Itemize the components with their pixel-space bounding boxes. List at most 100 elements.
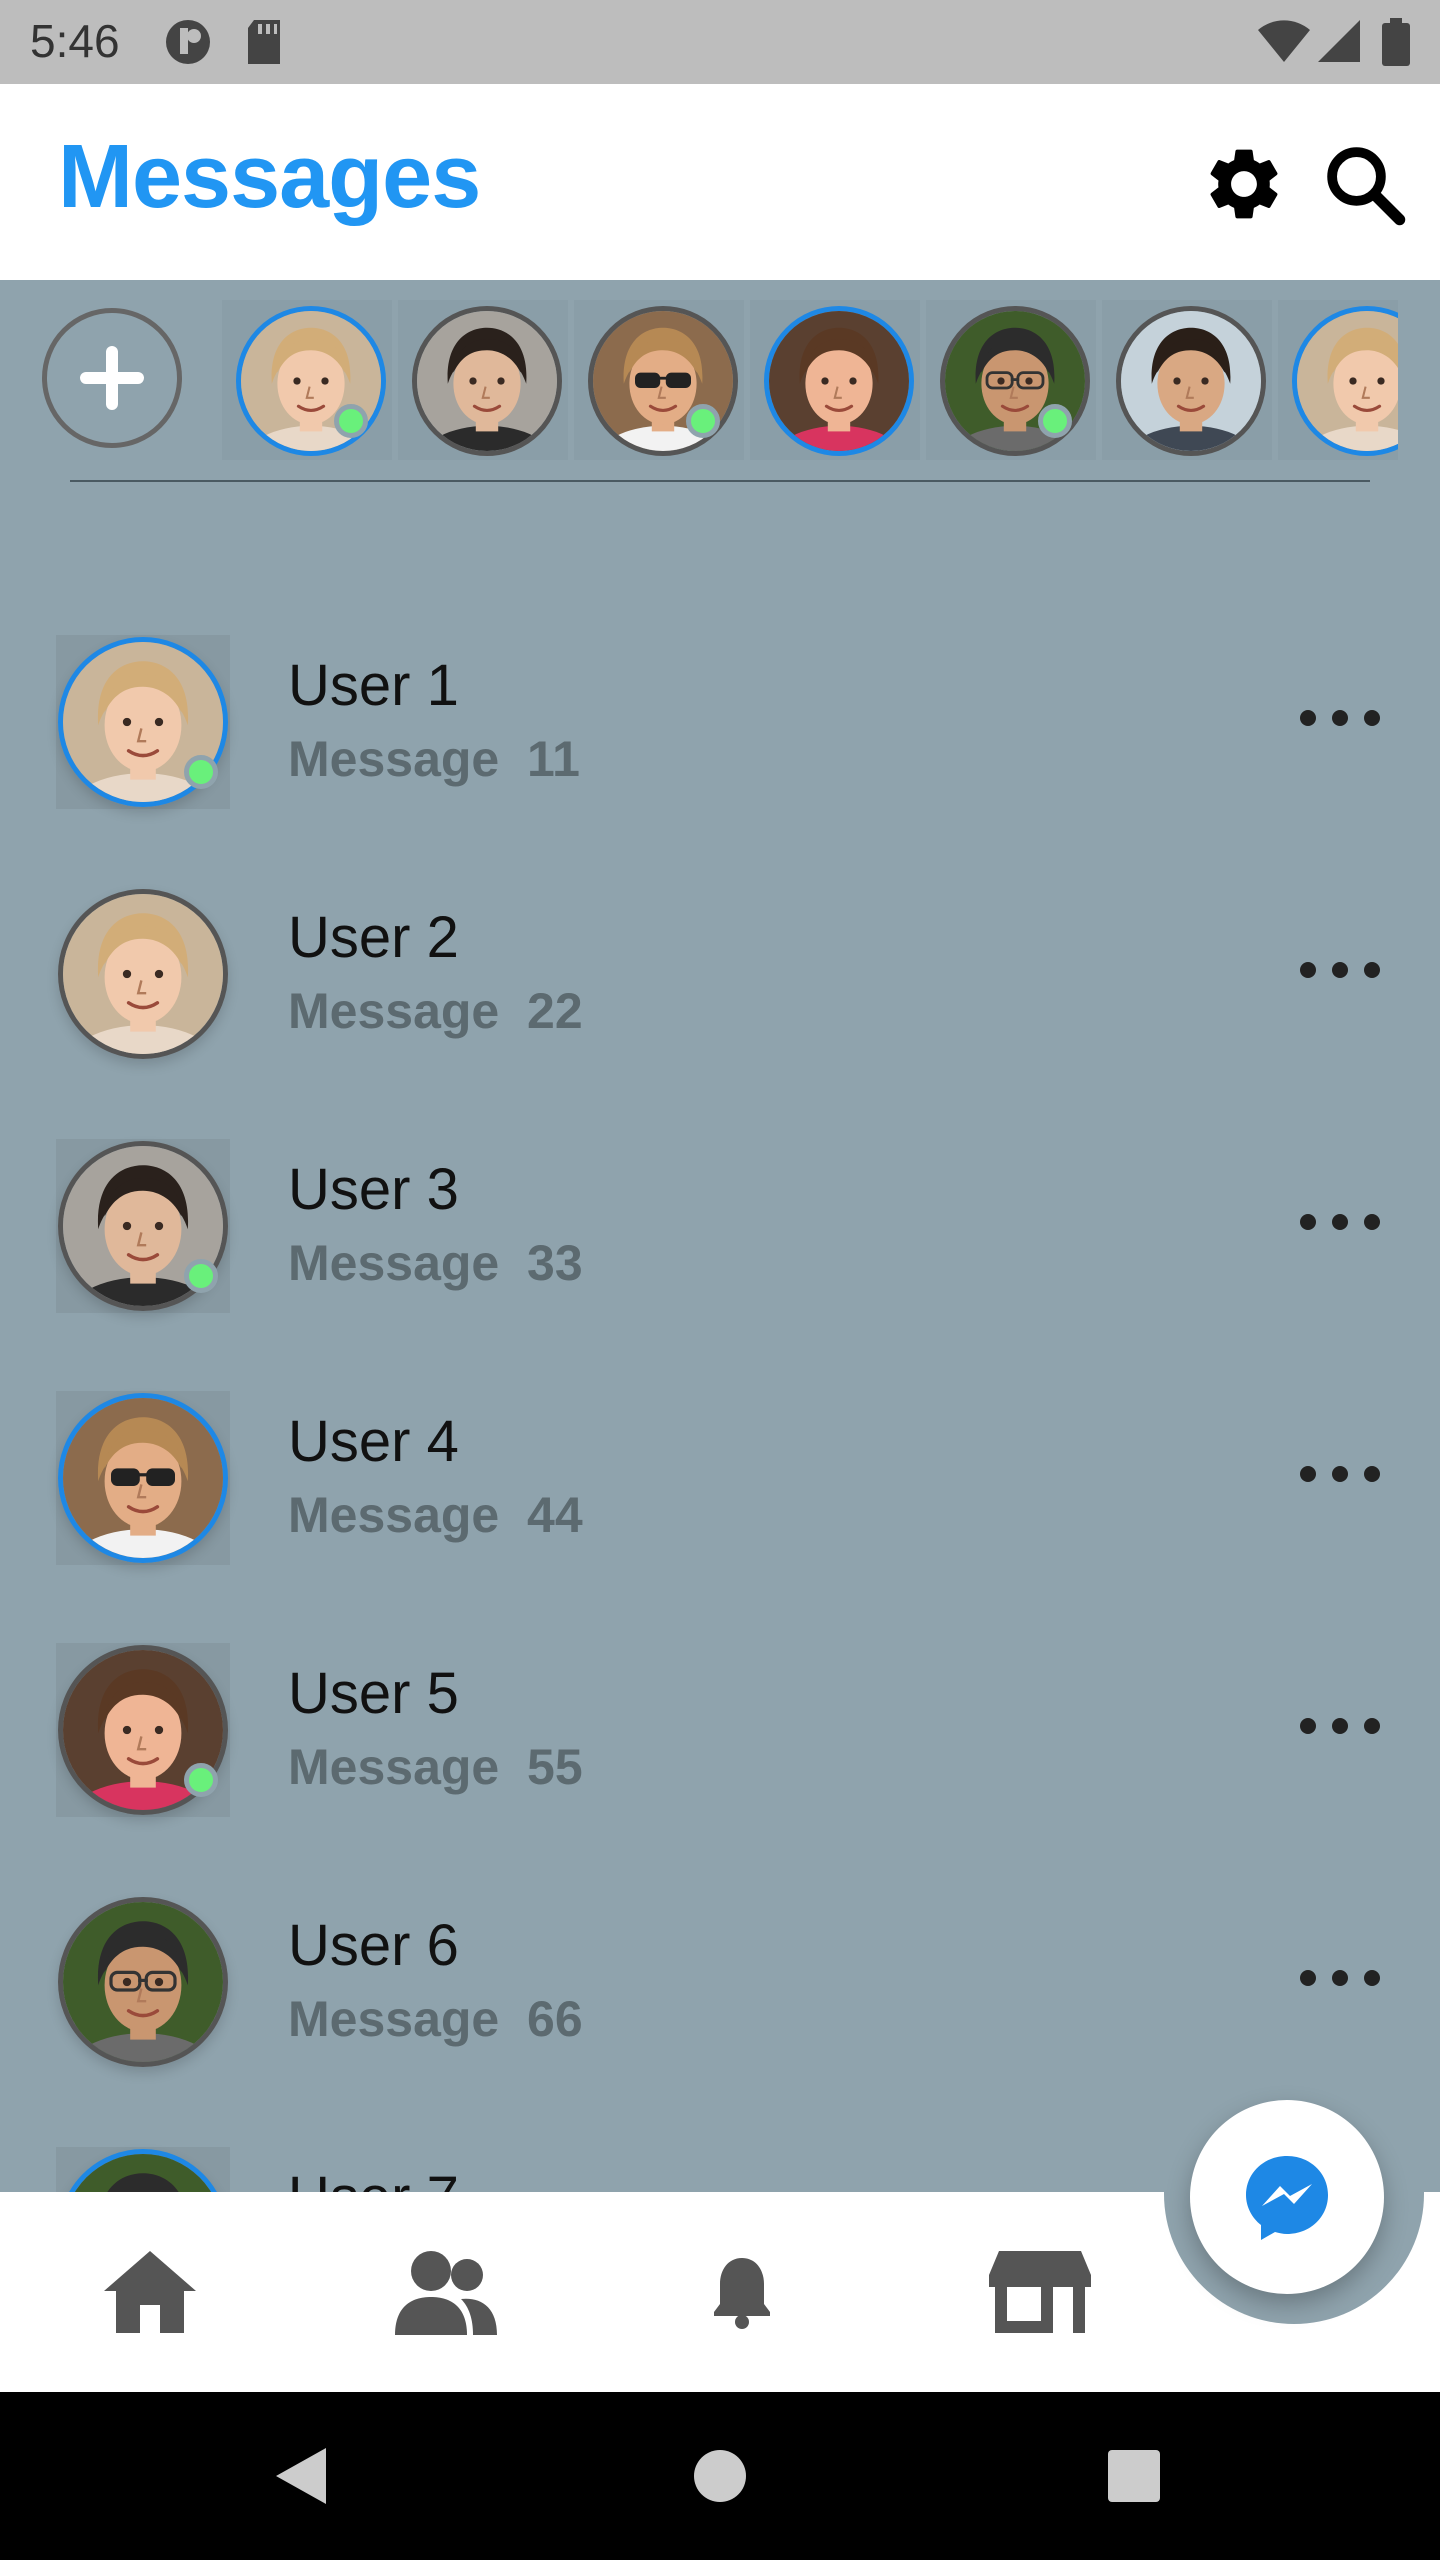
search-button[interactable] (1314, 134, 1414, 234)
story-avatar (940, 306, 1090, 456)
dot (1332, 1466, 1348, 1482)
conversation-preview: Message 22 (288, 983, 583, 1039)
nav-home[interactable] (90, 2232, 210, 2352)
battery-icon (1382, 18, 1410, 71)
online-indicator (184, 1259, 218, 1293)
conversation-name: User 1 (288, 653, 459, 718)
dot (1364, 1718, 1380, 1734)
back-button[interactable] (250, 2426, 350, 2526)
story-item[interactable] (398, 300, 568, 460)
dot (1300, 1466, 1316, 1482)
story-item[interactable] (574, 300, 744, 460)
online-indicator (184, 755, 218, 789)
conversation-row[interactable]: User 4 Message 44 (0, 1356, 1440, 1608)
settings-button[interactable] (1194, 134, 1294, 234)
dot (1364, 1214, 1380, 1230)
page-title: Messages (58, 127, 481, 227)
more-options-button[interactable] (1300, 698, 1380, 738)
more-options-button[interactable] (1300, 1202, 1380, 1242)
search-icon (1327, 147, 1406, 226)
recents-icon (1108, 2450, 1160, 2502)
messenger-fab[interactable] (1190, 2100, 1384, 2294)
dot (1332, 962, 1348, 978)
dot (1300, 1970, 1316, 1986)
status-bar: 5:46 (0, 0, 1440, 84)
avatar (58, 1897, 228, 2067)
people-icon (395, 2251, 497, 2335)
dot (1300, 962, 1316, 978)
conversation-preview: Message 11 (288, 731, 580, 787)
app-notification-icon (162, 18, 214, 71)
system-nav-bar (0, 2392, 1440, 2560)
plus-icon (80, 346, 144, 410)
home-button[interactable] (670, 2426, 770, 2526)
divider (70, 480, 1370, 482)
avatar-container (56, 2147, 230, 2192)
avatar (58, 1393, 228, 1563)
conversation-list: User 1 Message 11 User 2 Message 22 User 3 Me… (0, 600, 1440, 2192)
dot (1300, 1718, 1316, 1734)
story-item[interactable] (926, 300, 1096, 460)
home-circle-icon (694, 2450, 746, 2502)
signal-icon (1316, 18, 1362, 69)
conversation-row[interactable]: User 2 Message 22 (0, 852, 1440, 1104)
nav-marketplace[interactable] (980, 2232, 1100, 2352)
conversation-name: User 6 (288, 1913, 459, 1978)
sd-card-icon (244, 18, 284, 71)
story-item[interactable] (1102, 300, 1272, 460)
conversation-row[interactable]: User 3 Message 33 (0, 1104, 1440, 1356)
conversation-preview: Message 66 (288, 1991, 583, 2047)
bell-icon (714, 2258, 770, 2329)
story-avatar (236, 306, 386, 456)
online-indicator (184, 1763, 218, 1797)
conversation-name: User 2 (288, 905, 459, 970)
nav-notifications[interactable] (682, 2232, 802, 2352)
more-options-button[interactable] (1300, 950, 1380, 990)
conversation-row[interactable]: User 6 Message 66 (0, 1860, 1440, 2112)
conversation-name: User 4 (288, 1409, 459, 1474)
dot (1332, 1970, 1348, 1986)
conversation-preview: Message 33 (288, 1235, 583, 1291)
conversation-preview: Message 44 (288, 1487, 583, 1543)
conversation-preview: Message 55 (288, 1739, 583, 1795)
dot (1300, 710, 1316, 726)
store-icon (989, 2251, 1091, 2333)
dot (1364, 962, 1380, 978)
more-options-button[interactable] (1300, 1454, 1380, 1494)
app-bar: Messages (0, 84, 1440, 280)
back-icon (276, 2448, 326, 2504)
more-options-button[interactable] (1300, 1706, 1380, 1746)
add-story-button[interactable] (42, 308, 182, 448)
avatar-container (56, 1895, 230, 2069)
dot (1332, 710, 1348, 726)
avatar-container (56, 1643, 230, 1817)
story-avatar (588, 306, 738, 456)
conversation-row[interactable]: User 1 Message 11 (0, 600, 1440, 852)
more-options-button[interactable] (1300, 1958, 1380, 1998)
online-indicator (686, 404, 720, 438)
nav-people[interactable] (386, 2232, 506, 2352)
conversation-name: User 7 (288, 2164, 459, 2192)
avatar (58, 2149, 228, 2192)
story-list (222, 300, 1398, 460)
story-avatar (1292, 306, 1398, 456)
story-item[interactable] (222, 300, 392, 460)
avatar-container (56, 635, 230, 809)
story-avatar (412, 306, 562, 456)
dot (1364, 710, 1380, 726)
avatar-container (56, 887, 230, 1061)
avatar-container (56, 1391, 230, 1565)
story-avatar (764, 306, 914, 456)
home-icon (104, 2251, 196, 2333)
recents-button[interactable] (1084, 2426, 1184, 2526)
story-item[interactable] (1278, 300, 1398, 460)
dot (1364, 1466, 1380, 1482)
story-avatar (1116, 306, 1266, 456)
dot (1364, 1970, 1380, 1986)
wifi-icon (1256, 18, 1312, 69)
avatar (58, 889, 228, 1059)
dot (1332, 1718, 1348, 1734)
story-item[interactable] (750, 300, 920, 460)
messenger-icon (1246, 2156, 1328, 2240)
conversation-row[interactable]: User 5 Message 55 (0, 1608, 1440, 1860)
